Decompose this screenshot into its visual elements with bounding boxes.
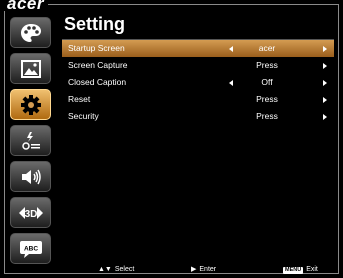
right-arrow-icon[interactable] (323, 80, 327, 86)
menu-row-closed-caption[interactable]: Closed Caption Off (62, 74, 334, 91)
hint-select-label: Select (114, 266, 135, 273)
sidebar-item-color[interactable] (10, 17, 51, 48)
setting-menu: Startup Screen acer Screen Capture Press… (62, 40, 334, 125)
right-arrow-icon[interactable] (323, 46, 327, 52)
gear-icon (20, 94, 41, 115)
menu-row-security[interactable]: Security Press (62, 108, 334, 125)
acer-logo: acer (3, 0, 48, 12)
enter-arrow-icon: ▶ (191, 266, 197, 273)
menu-row-reset[interactable]: Reset Press (62, 91, 334, 108)
3d-icon-label: 3D (24, 209, 37, 220)
up-down-arrows-icon: ▲▼ (98, 266, 112, 273)
menu-row-value: Press (256, 111, 278, 121)
menu-row-startup-screen[interactable]: Startup Screen acer (62, 40, 334, 57)
hint-exit: MENU Exit (283, 264, 318, 276)
menu-row-label: Screen Capture (68, 60, 128, 70)
sidebar-item-image[interactable] (10, 53, 51, 84)
left-arrow-icon[interactable] (229, 46, 233, 52)
right-arrow-icon[interactable] (323, 97, 327, 103)
hint-select: ▲▼ Select (98, 264, 134, 276)
menu-row-label: Reset (68, 94, 91, 104)
power-management-icon (21, 131, 40, 150)
menu-row-screen-capture[interactable]: Screen Capture Press (62, 57, 334, 74)
palette-icon (20, 23, 41, 42)
right-arrow-icon[interactable] (323, 114, 327, 120)
language-icon-label: ABC (23, 245, 37, 252)
menu-key-icon: MENU (283, 266, 304, 274)
menu-row-value: Press (256, 60, 278, 70)
sidebar-item-language[interactable]: ABC (10, 233, 51, 264)
hint-enter-label: Enter (199, 266, 217, 273)
left-arrow-icon[interactable] (229, 80, 233, 86)
sidebar-item-management[interactable] (10, 125, 51, 156)
menu-row-label: Closed Caption (68, 77, 127, 87)
sidebar-item-audio[interactable] (10, 161, 51, 192)
sidebar-item-3d[interactable]: 3D (10, 197, 51, 228)
language-icon: ABC (19, 240, 42, 258)
hint-exit-label: Exit (306, 266, 318, 273)
page-title: Setting (64, 14, 125, 34)
menu-row-value: acer (258, 43, 276, 53)
image-icon (20, 59, 41, 78)
menu-row-label: Security (68, 111, 99, 121)
right-arrow-icon[interactable] (323, 63, 327, 69)
sidebar-item-setting[interactable] (10, 89, 51, 120)
hint-enter: ▶ Enter (191, 264, 216, 276)
speaker-icon (21, 169, 41, 184)
menu-row-label: Startup Screen (68, 43, 125, 53)
menu-row-value: Off (261, 77, 273, 87)
3d-icon: 3D (18, 206, 43, 220)
key-hint-bar: ▲▼ Select ▶ Enter MENU Exit (0, 264, 343, 276)
menu-row-value: Press (256, 94, 278, 104)
